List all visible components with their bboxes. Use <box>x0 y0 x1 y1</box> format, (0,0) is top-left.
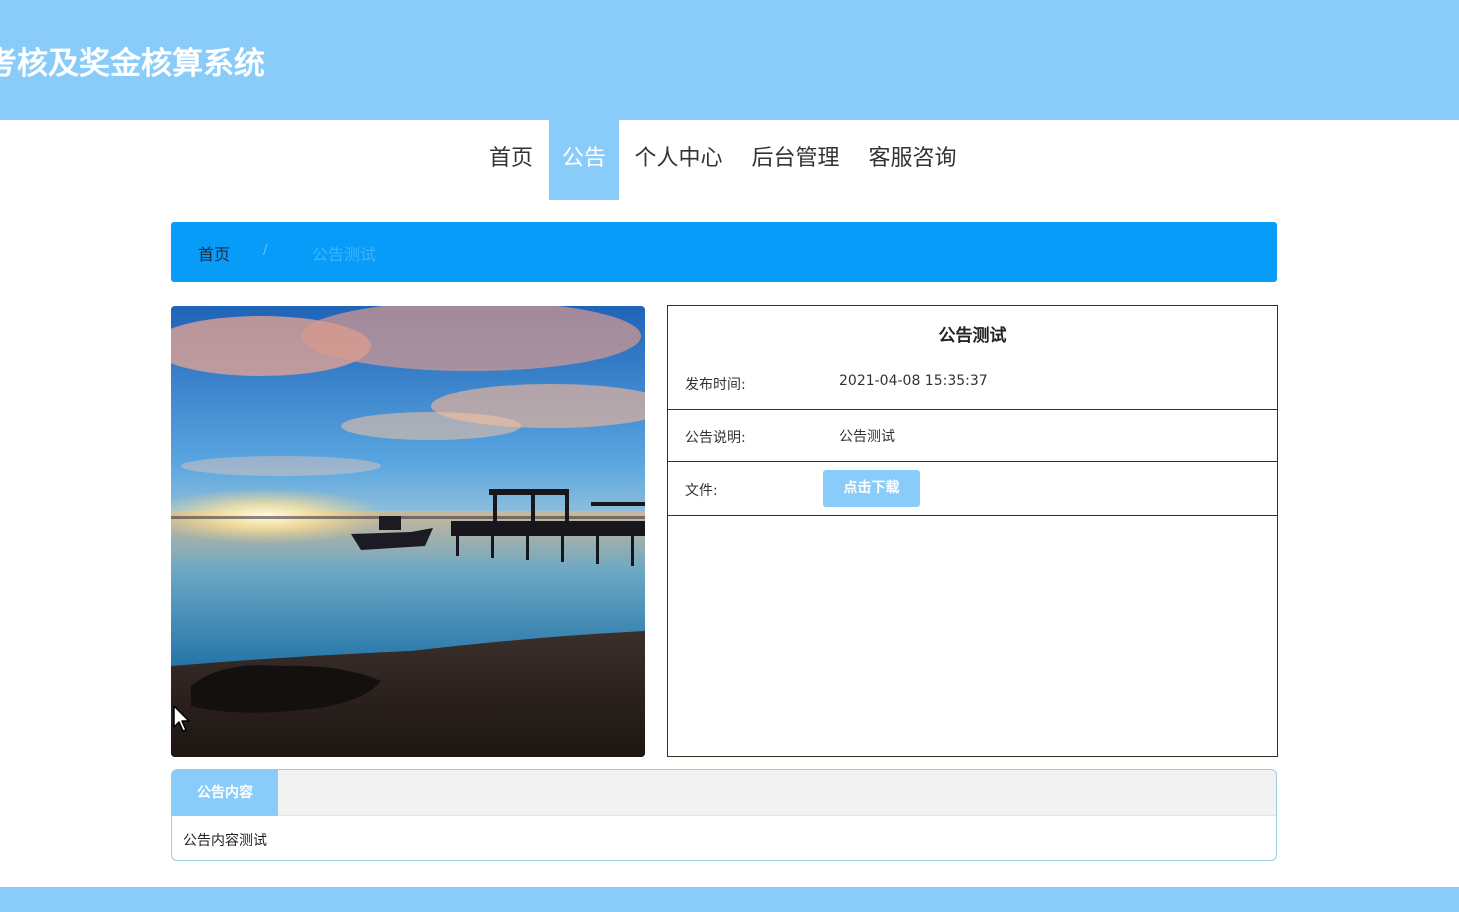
footer <box>0 887 1459 912</box>
mouse-cursor-icon <box>172 705 192 737</box>
breadcrumb-current: 公告测试 <box>312 245 377 264</box>
divider <box>668 409 1277 410</box>
content-panel: 公告内容 公告内容测试 <box>171 769 1277 861</box>
content-tabbar: 公告内容 <box>172 770 1276 816</box>
file-label: 文件: <box>685 483 718 499</box>
nav-item-admin[interactable]: 后台管理 <box>745 120 846 200</box>
description-value: 公告测试 <box>839 429 895 445</box>
nav-item-announcement[interactable]: 公告 <box>549 120 619 200</box>
announcement-image <box>171 306 645 757</box>
nav-item-home[interactable]: 首页 <box>478 120 544 200</box>
description-label: 公告说明: <box>685 430 746 446</box>
tab-announcement-content[interactable]: 公告内容 <box>172 770 278 816</box>
announcement-content-text: 公告内容测试 <box>183 833 267 849</box>
breadcrumb-separator: / <box>263 243 268 258</box>
nav-item-personal-center[interactable]: 个人中心 <box>628 120 729 200</box>
divider <box>668 515 1277 516</box>
breadcrumb: 首页 / 公告测试 <box>171 222 1277 282</box>
download-button[interactable]: 点击下载 <box>823 470 920 507</box>
site-title: 考核及奖金核算系统 <box>0 46 265 82</box>
announcement-title: 公告测试 <box>938 326 1007 346</box>
divider <box>668 461 1277 462</box>
header: 考核及奖金核算系统 <box>0 0 1459 120</box>
breadcrumb-home[interactable]: 首页 <box>198 241 230 265</box>
publish-time-label: 发布时间: <box>685 377 746 393</box>
publish-time-value: 2021-04-08 15:35:37 <box>839 373 988 389</box>
announcement-detail: 公告测试 发布时间: 2021-04-08 15:35:37 公告说明: 公告测… <box>667 305 1278 757</box>
main-nav: 首页 公告 个人中心 后台管理 客服咨询 <box>0 120 1459 200</box>
nav-item-customer-service[interactable]: 客服咨询 <box>862 120 963 200</box>
